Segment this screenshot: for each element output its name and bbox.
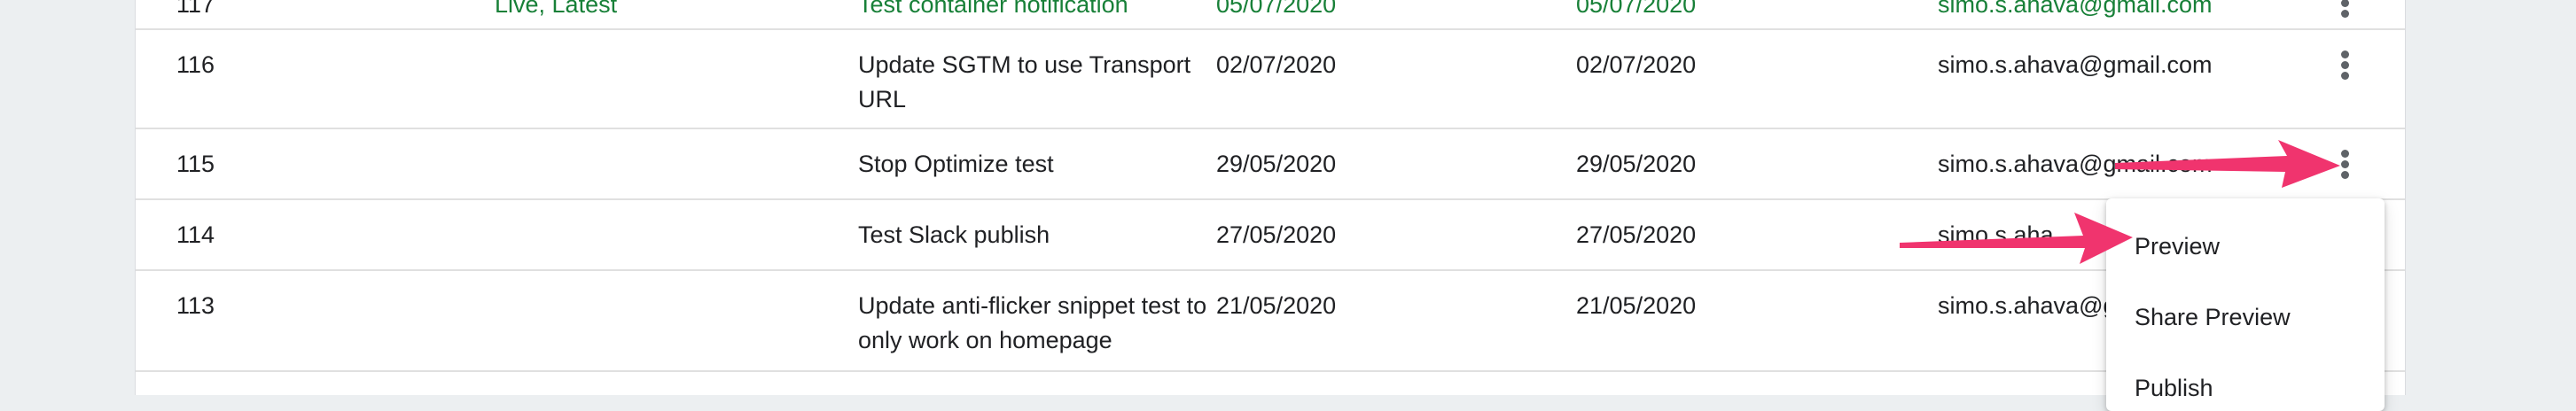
annotation-arrows <box>1900 140 2340 264</box>
arrow-to-preview-option <box>1900 213 2133 264</box>
arrow-to-actions-icon <box>2115 140 2340 188</box>
